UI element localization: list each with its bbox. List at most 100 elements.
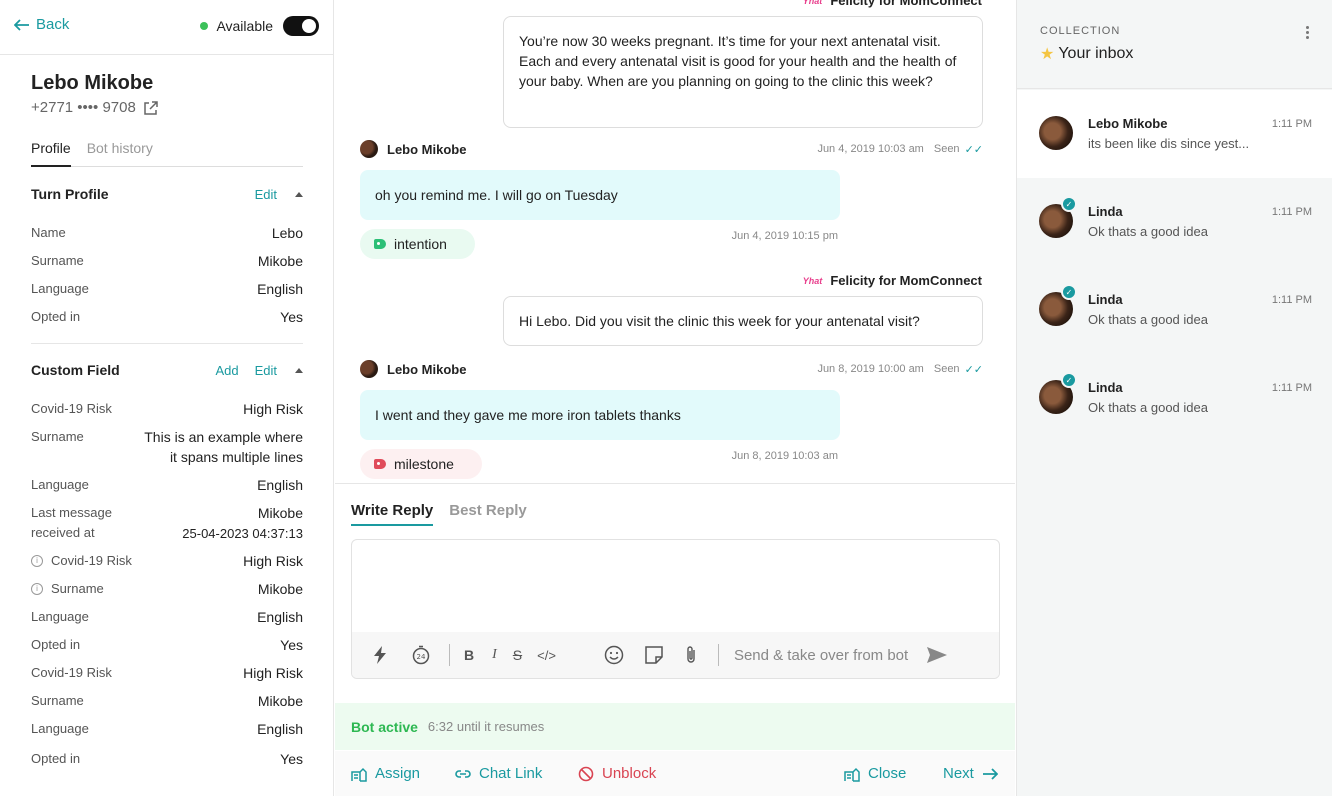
- message-thread[interactable]: Yhat Felicity for MomConnect You’re now …: [335, 0, 1015, 484]
- tab-bot-history[interactable]: Bot history: [87, 140, 153, 166]
- conversation-preview: Ok thats a good idea: [1088, 400, 1208, 415]
- conversation-name: Linda: [1088, 204, 1123, 219]
- field-label: Surname: [31, 693, 84, 708]
- field-value: Yes: [280, 751, 303, 767]
- emoji-icon[interactable]: [604, 643, 624, 667]
- info-icon[interactable]: i: [31, 555, 43, 567]
- sticky-note-icon[interactable]: [644, 643, 664, 667]
- field-label: Covid-19 Risk: [31, 401, 112, 416]
- assign-button[interactable]: Assign: [351, 765, 420, 782]
- chat-link-label: Chat Link: [479, 765, 543, 782]
- turn-profile-header: Turn Profile Edit: [31, 186, 303, 202]
- field-value: High Risk: [243, 553, 303, 569]
- tab-best-reply[interactable]: Best Reply: [449, 502, 527, 526]
- field-row: i Covid-19 Risk High Risk: [31, 551, 303, 571]
- field-value-multiline: Mikobe 25-04-2023 04:37:13: [182, 503, 303, 544]
- availability-toggle[interactable]: [283, 16, 319, 36]
- seen-label: Seen: [933, 363, 960, 375]
- conversation-time: 1:11 PM: [1271, 382, 1312, 394]
- collapse-caret-icon[interactable]: [295, 367, 303, 373]
- field-value: High Risk: [243, 401, 303, 417]
- field-row: Opted in Yes: [31, 635, 303, 655]
- conversation-preview: its been like dis since yest...: [1088, 136, 1250, 151]
- info-icon[interactable]: i: [31, 583, 43, 595]
- next-label: Next: [943, 765, 974, 782]
- field-value-line: it spans multiple lines: [169, 449, 303, 465]
- field-label-text: Surname: [51, 581, 104, 596]
- bot-sender-label: Yhat Felicity for MomConnect: [803, 273, 982, 288]
- italic-button[interactable]: I: [492, 643, 497, 667]
- unblock-button[interactable]: Unblock: [578, 765, 656, 782]
- conversation-item[interactable]: ✓ Linda 1:11 PM Ok thats a good idea: [1017, 178, 1332, 266]
- field-label: Opted in: [31, 637, 81, 652]
- chat-link-button[interactable]: Chat Link: [455, 765, 542, 782]
- paperclip-icon[interactable]: [684, 643, 698, 667]
- message-tag[interactable]: intention: [360, 229, 475, 259]
- outgoing-message: Hi Lebo. Did you visit the clinic this w…: [503, 296, 983, 346]
- conversation-preview: Ok thats a good idea: [1088, 312, 1208, 327]
- reply-composer: Write Reply Best Reply 24 B I S </> Send…: [335, 485, 1015, 702]
- avatar: [360, 360, 378, 378]
- section-divider: [31, 343, 303, 344]
- back-button[interactable]: Back: [14, 16, 69, 33]
- strikethrough-button[interactable]: S: [513, 643, 522, 667]
- field-value-line: This is an example where: [144, 429, 303, 445]
- status-dot-icon: [200, 22, 209, 30]
- custom-field-add-button[interactable]: Add: [215, 363, 238, 378]
- conversation-time: 1:11 PM: [1271, 294, 1312, 306]
- close-label: Close: [868, 765, 907, 782]
- availability-label: Available: [216, 18, 273, 34]
- collapse-caret-icon[interactable]: [295, 191, 303, 197]
- sender-name: Lebo Mikobe: [387, 141, 467, 157]
- field-label-text: Covid-19 Risk: [51, 553, 132, 568]
- field-label: Name: [31, 225, 66, 240]
- custom-field-edit-button[interactable]: Edit: [255, 363, 277, 378]
- conversation-name: Linda: [1088, 380, 1123, 395]
- conversation-item[interactable]: ✓ Linda 1:11 PM Ok thats a good idea: [1017, 354, 1332, 442]
- field-label: Covid-19 Risk: [31, 665, 112, 680]
- collection-label: COLLECTION: [1040, 25, 1121, 37]
- link-icon: [455, 769, 471, 778]
- code-button[interactable]: </>: [537, 643, 556, 667]
- field-value: Mikobe: [257, 253, 303, 269]
- more-options-icon[interactable]: [1306, 26, 1309, 39]
- field-row: Language English: [31, 719, 303, 739]
- block-icon: [578, 766, 594, 781]
- arrow-right-icon: [982, 767, 998, 780]
- bold-button[interactable]: B: [464, 643, 474, 667]
- send-icon[interactable]: [926, 643, 948, 667]
- collection-title: Your inbox: [1058, 45, 1134, 62]
- tab-write-reply[interactable]: Write Reply: [351, 502, 434, 526]
- bot-active-label: Bot active: [351, 718, 418, 735]
- field-row: Language English: [31, 607, 303, 627]
- conversation-item[interactable]: ✓ Linda 1:11 PM Ok thats a good idea: [1017, 266, 1332, 354]
- lightning-icon[interactable]: [370, 643, 390, 667]
- double-check-icon: ✓✓: [964, 143, 983, 156]
- seen-label: Seen: [933, 143, 960, 155]
- timer-24-icon[interactable]: 24: [410, 643, 432, 667]
- reply-editor[interactable]: 24 B I S </> Send & take over from bot: [351, 539, 1000, 679]
- external-link-icon[interactable]: [144, 100, 158, 115]
- field-label: Language: [31, 609, 89, 624]
- field-value: Yes: [280, 637, 303, 653]
- turn-profile-edit-button[interactable]: Edit: [255, 187, 277, 202]
- check-badge-icon: ✓: [1061, 284, 1077, 300]
- message-tag[interactable]: milestone: [360, 449, 482, 479]
- field-value: High Risk: [243, 665, 303, 681]
- collection-name[interactable]: ★ Your inbox: [1040, 44, 1133, 64]
- chat-panel: Yhat Felicity for MomConnect You’re now …: [335, 0, 1015, 796]
- field-label: i Surname: [31, 579, 104, 599]
- unblock-label: Unblock: [602, 765, 657, 782]
- arrow-left-icon: [14, 18, 29, 31]
- field-label: Opted in: [31, 751, 81, 766]
- field-value-multiline: This is an example where it spans multip…: [144, 427, 303, 467]
- next-button[interactable]: Next: [943, 765, 998, 782]
- contact-sidebar: Back Available Lebo Mikobe +2771 •••• 97…: [0, 0, 334, 796]
- bot-logo: Yhat: [802, 0, 823, 6]
- tab-profile[interactable]: Profile: [31, 140, 71, 167]
- message-timestamp: Jun 8, 2019 10:00 am: [817, 363, 924, 375]
- conversation-item[interactable]: Lebo Mikobe 1:11 PM its been like dis si…: [1017, 90, 1332, 178]
- conversation-time: 1:11 PM: [1271, 206, 1312, 218]
- close-button[interactable]: Close: [844, 765, 906, 782]
- send-takeover-label[interactable]: Send & take over from bot: [734, 647, 908, 664]
